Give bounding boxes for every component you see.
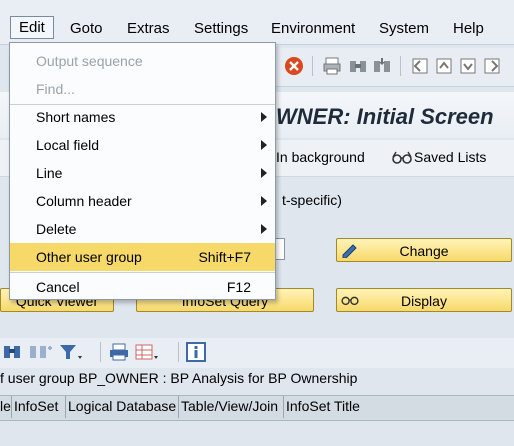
menu-bar: Edit Goto Extras Settings Environment Sy… [0,0,514,45]
menu-help[interactable]: Help [453,20,484,37]
list-header: f user group BP_OWNER : BP Analysis for … [0,370,358,386]
print-icon[interactable] [108,342,130,362]
menu-item-column-header[interactable]: Column header [10,187,275,215]
find-next-icon[interactable] [372,56,392,76]
menu-settings[interactable]: Settings [194,20,248,37]
menu-item-line[interactable]: Line [10,159,275,187]
menu-item-label: Short names [36,109,116,125]
menu-item-label: Column header [36,193,132,209]
first-page-icon[interactable] [410,56,430,76]
menu-item-output-sequence[interactable]: Output sequence [10,47,275,75]
menu-item-other-user-group[interactable]: Other user group Shift+F7 [10,243,275,271]
menu-item-delete[interactable]: Delete [10,215,275,243]
menu-extras[interactable]: Extras [127,20,170,37]
column-header-le[interactable]: le [0,398,11,414]
menu-item-find[interactable]: Find... [10,75,275,103]
change-button[interactable]: Change [336,238,512,262]
menu-item-shortcut: F12 [226,279,251,295]
print-icon[interactable] [322,56,342,76]
change-button-label: Change [399,243,449,259]
menu-item-label: Output sequence [36,53,143,69]
menu-item-label: Find... [36,81,75,97]
submenu-arrow-icon [261,224,267,234]
last-page-icon[interactable] [482,56,502,76]
cancel-icon[interactable] [284,56,304,76]
submenu-arrow-icon [261,112,267,122]
next-page-icon[interactable] [458,56,478,76]
menu-goto[interactable]: Goto [70,20,103,37]
menu-item-local-field[interactable]: Local field [10,131,275,159]
find-icon[interactable] [2,342,22,362]
menu-item-label: Delete [36,221,77,237]
glasses-icon [392,151,412,164]
menu-system[interactable]: System [379,20,429,37]
layout-icon[interactable] [134,342,160,362]
group-scope-text: t-specific) [282,192,342,208]
previous-page-icon[interactable] [434,56,454,76]
menu-item-label: Other user group [36,249,142,265]
query-input-field[interactable] [276,238,285,260]
display-button[interactable]: Display [336,288,512,312]
filter-icon[interactable] [58,342,82,362]
find-icon[interactable] [348,56,368,76]
edit-menu-dropdown: Output sequence Find... Short names Loca… [9,42,276,300]
submenu-arrow-icon [261,196,267,206]
menu-item-label: Local field [36,137,100,153]
find-next-icon[interactable] [28,342,54,362]
menu-edit[interactable]: Edit [10,16,54,39]
column-header-logical-database[interactable]: Logical Database [68,398,176,414]
menu-item-label: Line [36,165,63,181]
column-header-table-view-join[interactable]: Table/View/Join [181,398,278,414]
page-title: WNER: Initial Screen [276,104,494,129]
menu-item-label: Cancel [36,279,80,295]
menu-edit-label: Edit [19,19,45,36]
display-button-label: Display [401,293,447,309]
system-toolbar [276,48,514,87]
in-background-button[interactable]: In background [276,149,365,165]
info-icon[interactable] [186,342,206,362]
column-header-infoset[interactable]: InfoSet [14,398,58,414]
saved-lists-button[interactable]: Saved Lists [414,149,486,165]
menu-item-short-names[interactable]: Short names [10,103,275,131]
menu-environment[interactable]: Environment [271,20,355,37]
column-header-infoset-title[interactable]: InfoSet Title [286,398,360,414]
menu-item-cancel[interactable]: Cancel F12 [10,273,275,301]
menu-item-shortcut: Shift+F7 [198,249,251,265]
submenu-arrow-icon [261,168,267,178]
submenu-arrow-icon [261,140,267,150]
